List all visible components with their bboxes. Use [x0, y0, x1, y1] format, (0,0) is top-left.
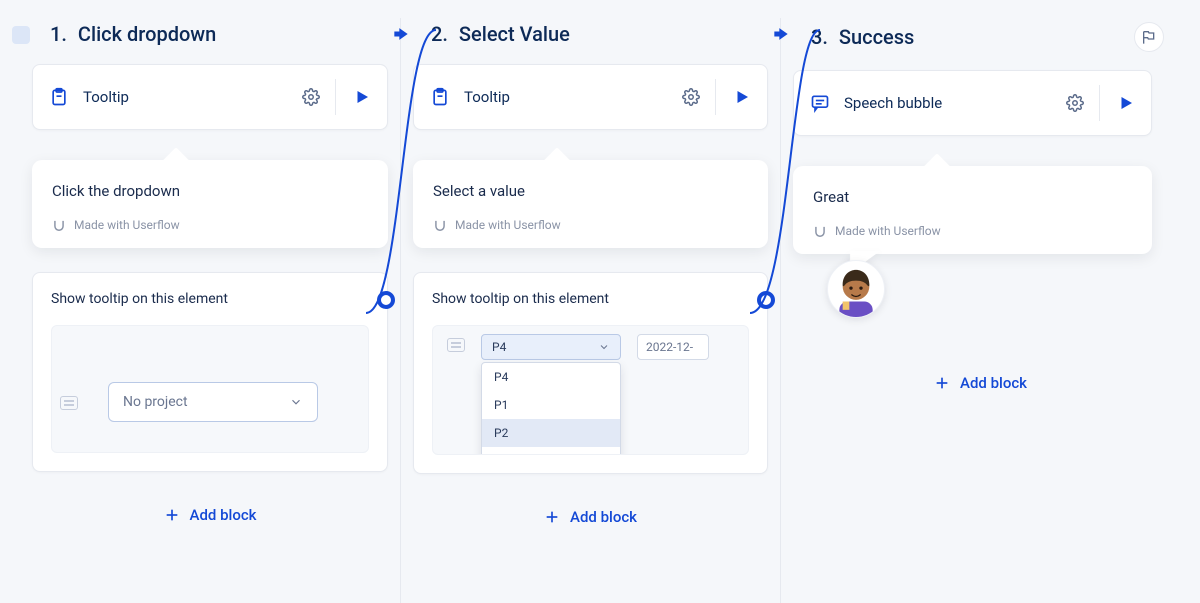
made-with-userflow[interactable]: Made with Userflow [52, 218, 368, 232]
add-block-label: Add block [570, 508, 637, 526]
add-block-button[interactable]: Add block [791, 340, 1170, 400]
step-start-dot [12, 26, 30, 44]
block-type-label: Speech bubble [844, 94, 942, 112]
goal-flag-button[interactable] [1134, 22, 1164, 52]
userflow-logo-icon [433, 218, 447, 232]
gear-icon [302, 88, 320, 106]
select-option[interactable]: P4 [482, 363, 620, 391]
select-option[interactable]: P3 [482, 447, 620, 455]
speech-message: Great [813, 188, 1132, 206]
tooltip-preview: Click the dropdown Made with Userflow [32, 160, 388, 248]
avatar-illustration [831, 261, 881, 317]
plus-icon [164, 507, 180, 523]
block-type-label: Tooltip [83, 88, 129, 106]
step-name: Click dropdown [78, 22, 216, 46]
step-number: 1. [50, 22, 67, 46]
connector-out-handle[interactable] [757, 291, 775, 309]
add-block-button[interactable]: Add block [411, 474, 770, 534]
step-column-3: 3. Success Speech bubble [780, 18, 1180, 603]
userflow-logo-icon [52, 218, 66, 232]
play-icon [733, 88, 751, 106]
step-header: 3. Success [791, 18, 1170, 70]
step-name: Select Value [459, 22, 570, 46]
step-title[interactable]: 3. Success [811, 25, 914, 49]
element-preview: No project [51, 325, 369, 453]
plus-icon [934, 375, 950, 391]
select-option[interactable]: P2 [482, 419, 620, 447]
step-column-1: 1. Click dropdown Tooltip [20, 18, 400, 603]
block-type: Speech bubble [810, 93, 942, 113]
step-name: Success [839, 25, 914, 49]
block-type-label: Tooltip [464, 88, 510, 106]
add-block-button[interactable]: Add block [30, 472, 390, 532]
avatar [827, 260, 885, 318]
block-type: Tooltip [49, 87, 129, 107]
add-block-label: Add block [190, 506, 257, 524]
preview-play-button[interactable] [1099, 85, 1135, 121]
block-card[interactable]: Tooltip [413, 64, 768, 130]
add-block-label: Add block [960, 374, 1027, 392]
date-field[interactable]: 2022-12- [637, 334, 709, 360]
block-card[interactable]: Tooltip [32, 64, 388, 130]
tooltip-message: Click the dropdown [52, 182, 368, 200]
list-icon [447, 338, 465, 352]
chevron-down-icon [289, 395, 303, 409]
settings-button[interactable] [293, 79, 329, 115]
tooltip-message: Select a value [433, 182, 748, 200]
speech-bubble-preview: Great Made with Userflow [793, 166, 1152, 254]
tooltip-preview: Select a value Made with Userflow [413, 160, 768, 248]
play-icon [353, 88, 371, 106]
chevron-down-icon [598, 341, 610, 353]
dropdown-value: No project [123, 394, 188, 410]
step-header: 1. Click dropdown [30, 18, 390, 64]
step-title[interactable]: 1. Click dropdown [50, 22, 216, 46]
select-selected[interactable]: P4 [481, 334, 621, 360]
select-option[interactable]: P1 [482, 391, 620, 419]
step-column-2: 2. Select Value Tooltip [400, 18, 780, 603]
element-preview: P4 P4 P1 P2 P3 2022-12- [432, 325, 749, 455]
settings-button[interactable] [1057, 85, 1093, 121]
target-dropdown[interactable]: No project [108, 382, 318, 422]
play-icon [1117, 94, 1135, 112]
list-icon [60, 396, 78, 410]
step-title[interactable]: 2. Select Value [431, 22, 570, 46]
clipboard-icon [430, 87, 450, 107]
flag-icon [1141, 29, 1157, 45]
gear-icon [1066, 94, 1084, 112]
preview-play-button[interactable] [335, 79, 371, 115]
element-targeting-card[interactable]: Show tooltip on this element No project [32, 272, 388, 472]
block-type: Tooltip [430, 87, 510, 107]
flow-canvas: 1. Click dropdown Tooltip [0, 0, 1200, 603]
step-number: 3. [811, 25, 828, 49]
made-with-userflow[interactable]: Made with Userflow [433, 218, 748, 232]
step-inbound-arrow [771, 24, 791, 44]
block-card[interactable]: Speech bubble [793, 70, 1152, 136]
clipboard-icon [49, 87, 69, 107]
target-select-control[interactable]: P4 P4 P1 P2 P3 [481, 334, 621, 360]
element-label: Show tooltip on this element [432, 291, 749, 307]
gear-icon [682, 88, 700, 106]
userflow-logo-icon [813, 224, 827, 238]
element-label: Show tooltip on this element [51, 291, 369, 307]
settings-button[interactable] [673, 79, 709, 115]
preview-play-button[interactable] [715, 79, 751, 115]
select-menu[interactable]: P4 P1 P2 P3 [481, 362, 621, 455]
made-with-userflow[interactable]: Made with Userflow [813, 224, 1132, 238]
element-targeting-card[interactable]: Show tooltip on this element P4 P4 P1 P2 [413, 272, 768, 474]
step-header: 2. Select Value [411, 18, 770, 64]
connector-out-handle[interactable] [377, 291, 395, 309]
chat-icon [810, 93, 830, 113]
step-inbound-arrow [391, 24, 411, 44]
step-number: 2. [431, 22, 448, 46]
plus-icon [544, 509, 560, 525]
